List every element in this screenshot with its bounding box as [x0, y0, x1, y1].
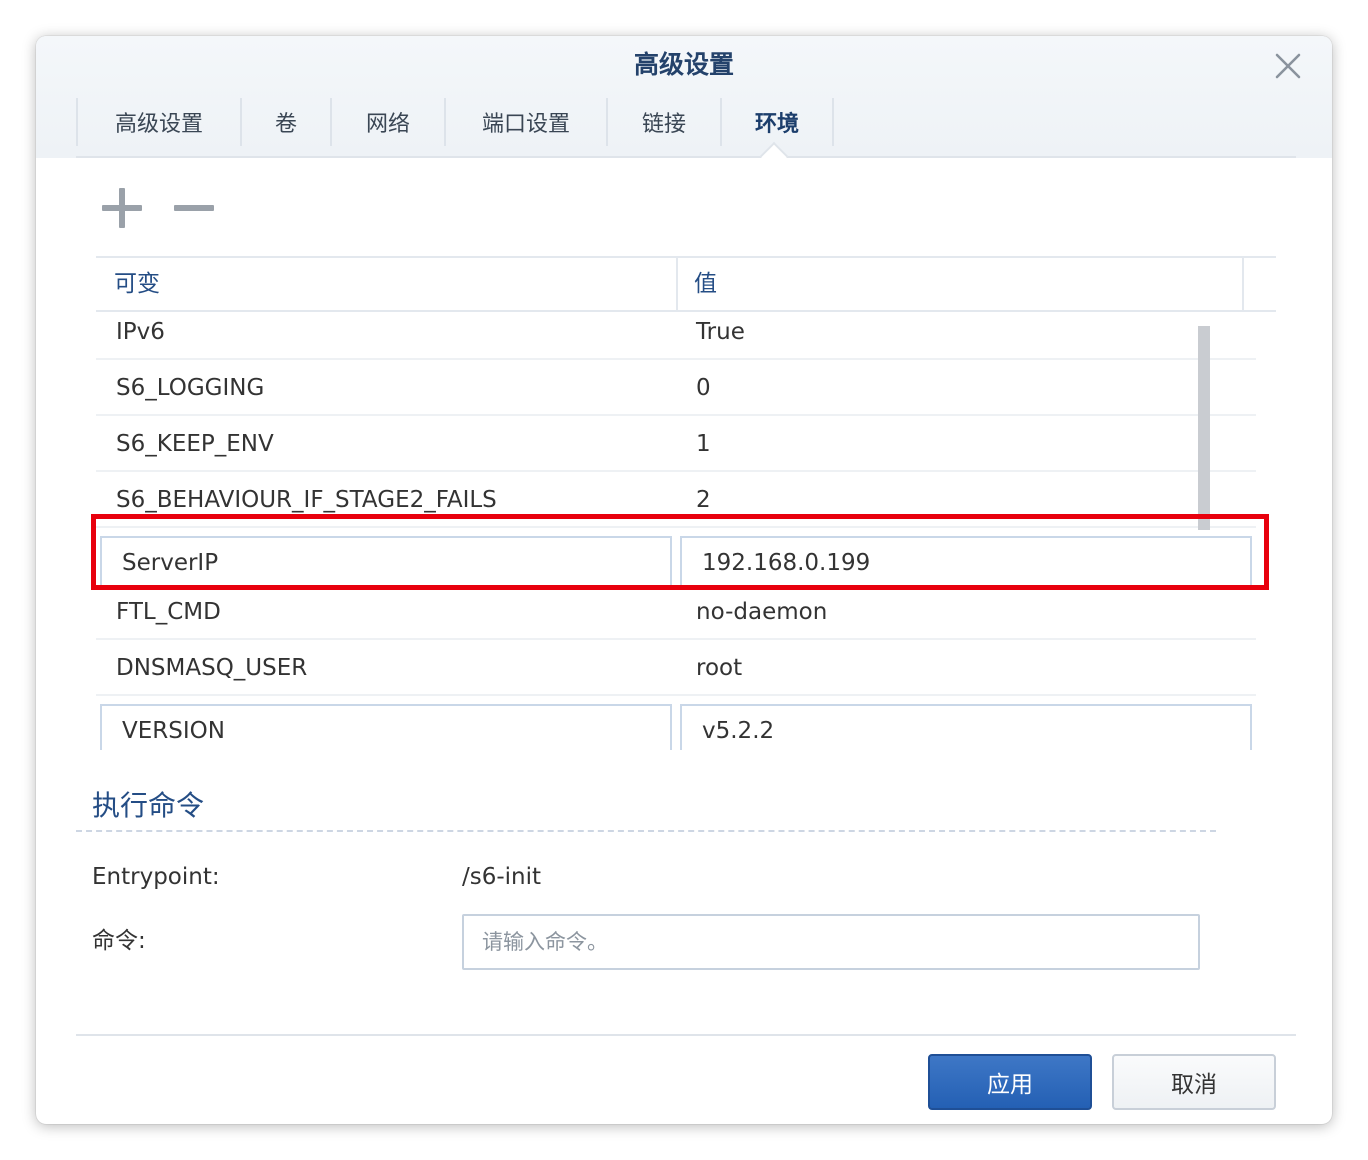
- variable-name-cell: S6_LOGGING: [116, 375, 265, 401]
- entrypoint-label: Entrypoint:: [92, 864, 220, 890]
- environment-table: 可变 值 IPv6 True S6_LOGGING 0 S6_KEEP_ENV …: [96, 256, 1276, 750]
- variable-value-cell: no-daemon: [696, 599, 828, 625]
- exec-command-section-title: 执行命令: [92, 789, 205, 822]
- variable-value-field[interactable]: 192.168.0.199: [680, 536, 1252, 590]
- variable-value-cell: True: [696, 319, 745, 345]
- tab-advanced-settings[interactable]: 高级设置: [76, 98, 240, 146]
- apply-button[interactable]: 应用: [928, 1054, 1092, 1110]
- tab-network[interactable]: 网络: [330, 98, 444, 146]
- dialog-title: 高级设置: [633, 50, 734, 79]
- column-separator: [1242, 258, 1244, 310]
- tab-bar: 高级设置 卷 网络 端口设置 链接 环境: [76, 98, 834, 158]
- table-row[interactable]: S6_BEHAVIOUR_IF_STAGE2_FAILS 2: [96, 472, 1256, 528]
- variable-name-cell: S6_KEEP_ENV: [116, 431, 274, 457]
- table-row[interactable]: S6_KEEP_ENV 1: [96, 416, 1256, 472]
- table-row[interactable]: DNSMASQ_USER root: [96, 640, 1256, 696]
- variable-value-cell: 1: [696, 431, 711, 457]
- table-header: 可变 值: [96, 256, 1276, 312]
- variable-name-field[interactable]: VERSION: [100, 704, 672, 750]
- tab-label: 端口设置: [481, 112, 570, 137]
- variable-value-field[interactable]: v5.2.2: [680, 704, 1252, 750]
- tab-volume[interactable]: 卷: [240, 98, 330, 146]
- tab-label: 网络: [365, 112, 410, 137]
- tab-environment[interactable]: 环境: [720, 98, 834, 146]
- advanced-settings-dialog: 高级设置 高级设置 卷 网络 端口设置 链接 环境 可变 值 IPv6 True: [36, 36, 1332, 1124]
- variable-value-cell: 2: [696, 487, 711, 513]
- tab-label: 链接: [641, 112, 686, 137]
- plus-icon[interactable]: [100, 186, 144, 230]
- command-label: 命令:: [92, 928, 146, 954]
- close-icon[interactable]: [1274, 52, 1302, 80]
- tab-port-settings[interactable]: 端口设置: [444, 98, 606, 146]
- column-header-variable[interactable]: 可变: [96, 258, 676, 310]
- variable-name-cell: DNSMASQ_USER: [116, 655, 308, 681]
- variable-name-cell: FTL_CMD: [116, 599, 221, 625]
- tab-label: 环境: [754, 112, 799, 137]
- variable-name-field[interactable]: ServerIP: [100, 536, 672, 590]
- section-divider: [76, 830, 1216, 832]
- variable-name-cell: IPv6: [116, 319, 165, 345]
- column-header-value[interactable]: 值: [676, 258, 1242, 310]
- variable-value-cell: 0: [696, 375, 711, 401]
- table-row[interactable]: FTL_CMD no-daemon: [96, 584, 1256, 640]
- tab-label: 卷: [274, 112, 297, 137]
- variable-value-cell: root: [696, 655, 743, 681]
- tab-label: 高级设置: [114, 112, 203, 137]
- table-body: IPv6 True S6_LOGGING 0 S6_KEEP_ENV 1 S6_…: [96, 312, 1256, 750]
- table-row[interactable]: IPv6 True: [96, 312, 1256, 360]
- table-row-editing[interactable]: VERSION v5.2.2: [96, 696, 1256, 750]
- footer-divider: [76, 1034, 1296, 1036]
- minus-icon[interactable]: [172, 186, 216, 230]
- tab-links[interactable]: 链接: [606, 98, 720, 146]
- variable-name-cell: S6_BEHAVIOUR_IF_STAGE2_FAILS: [116, 487, 497, 513]
- table-scrollbar[interactable]: [1198, 326, 1210, 530]
- entrypoint-value: /s6-init: [462, 864, 542, 890]
- command-input[interactable]: [462, 914, 1200, 970]
- table-row-editing[interactable]: ServerIP 192.168.0.199: [96, 528, 1256, 590]
- table-row[interactable]: S6_LOGGING 0: [96, 360, 1256, 416]
- tab-divider: [76, 156, 1296, 158]
- cancel-button[interactable]: 取消: [1112, 1054, 1276, 1110]
